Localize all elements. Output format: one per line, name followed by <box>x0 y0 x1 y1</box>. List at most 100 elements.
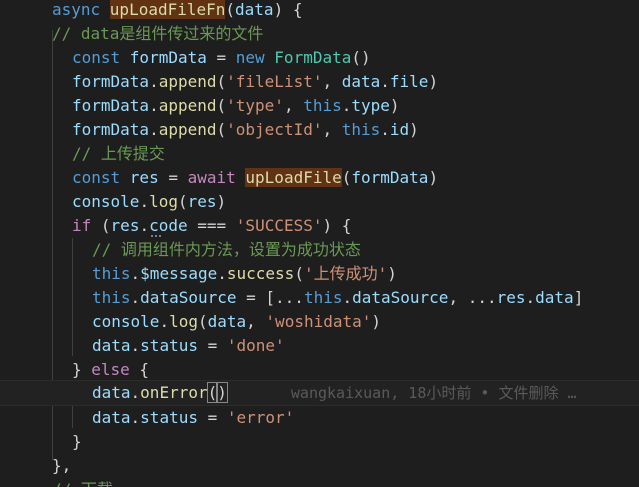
code-line[interactable]: }, <box>0 454 639 478</box>
code-token: = [... <box>236 288 304 307</box>
code-content: this.dataSource = [...this.dataSource, .… <box>92 288 583 307</box>
code-token: 'SUCCESS' <box>235 216 323 235</box>
code-token: new <box>235 48 275 67</box>
code-token: } <box>72 432 82 451</box>
code-token: success <box>226 264 295 283</box>
code-token: ( <box>206 382 219 403</box>
code-token: ) <box>428 168 439 187</box>
code-content: formData.append('type', this.type) <box>72 96 400 115</box>
code-line-current[interactable]: data.onError() wangkaixuan, 18小时前 • 文件删除 … <box>0 380 639 406</box>
code-line[interactable]: // data是组件传过来的文件 <box>0 22 639 46</box>
code-token: formData <box>351 168 429 187</box>
code-token: . <box>130 264 141 283</box>
code-token: // 调用组件内方法，设置为成功状态 <box>92 240 361 259</box>
code-token: append <box>158 120 217 139</box>
code-token: . <box>380 72 390 91</box>
code-token: formData <box>72 120 150 139</box>
warning-squiggle <box>151 233 161 237</box>
code-token: = <box>197 408 227 427</box>
code-token: ) <box>387 264 397 283</box>
code-token: { <box>129 360 150 379</box>
code-line[interactable]: const res = await upLoadFile(formData) <box>0 166 639 190</box>
code-token: , <box>322 120 342 139</box>
code-content: // data是组件传过来的文件 <box>52 24 263 43</box>
code-token: , <box>246 312 266 331</box>
code-line[interactable]: formData.append('fileList', data.file) <box>0 70 639 94</box>
code-token: ( <box>216 96 227 115</box>
code-token: log <box>149 192 178 211</box>
code-content: }, <box>52 456 71 475</box>
code-line[interactable]: // 上传提交 <box>0 142 639 166</box>
code-line[interactable]: formData.append('objectId', this.id) <box>0 118 639 142</box>
code-token: ( <box>341 168 352 187</box>
code-token: . <box>130 336 141 355</box>
code-line[interactable]: } <box>0 430 639 454</box>
code-token: status <box>140 336 198 355</box>
code-token: . <box>130 408 141 427</box>
code-token: = <box>197 336 227 355</box>
code-line[interactable]: } else { <box>0 358 639 382</box>
code-token: data <box>92 383 131 402</box>
code-token: upLoadFileFn <box>109 0 226 19</box>
code-token: data <box>92 336 131 355</box>
code-line[interactable]: console.log(data, 'woshidata') <box>0 310 639 334</box>
code-token: ( <box>100 216 111 235</box>
code-token: this <box>303 96 342 115</box>
code-token: = <box>206 48 236 67</box>
code-line[interactable]: data.status = 'error' <box>0 406 639 430</box>
code-token: status <box>140 408 198 427</box>
code-token: ) <box>371 312 382 331</box>
code-token: . <box>217 264 227 283</box>
code-line[interactable]: this.dataSource = [...this.dataSource, .… <box>0 286 639 310</box>
code-line[interactable]: const formData = new FormData() <box>0 46 639 70</box>
code-token: = <box>158 168 188 187</box>
code-content: // 下载 <box>52 480 113 487</box>
code-token: ( <box>294 264 304 283</box>
code-token: else <box>91 360 130 379</box>
code-token: console <box>72 192 140 211</box>
code-token: ) <box>428 72 439 91</box>
code-token: onError <box>140 383 208 402</box>
code-token: // 下载 <box>52 480 113 487</box>
code-token: data <box>92 408 131 427</box>
code-line[interactable]: // 下载 <box>0 478 639 487</box>
code-line[interactable]: console.log(res) <box>0 190 639 214</box>
code-token: }, <box>52 456 72 475</box>
code-token: . <box>139 192 150 211</box>
code-token: 'error' <box>226 408 295 427</box>
code-line[interactable]: data.status = 'done' <box>0 334 639 358</box>
code-token: id <box>389 120 410 139</box>
code-content: // 上传提交 <box>72 144 165 163</box>
code-content: console.log(data, 'woshidata') <box>92 312 381 331</box>
code-line[interactable]: this.$message.success('上传成功') <box>0 262 639 286</box>
code-token: . <box>380 120 390 139</box>
code-content: data.status = 'error' <box>92 408 294 427</box>
code-editor[interactable]: async upLoadFileFn(data) { // data是组件传过来… <box>0 0 639 487</box>
code-token: === <box>187 216 236 235</box>
code-token: upLoadFile <box>245 168 342 187</box>
code-token: . <box>130 288 141 307</box>
code-token: 'fileList' <box>226 72 323 91</box>
code-line[interactable]: async upLoadFileFn(data) { <box>0 0 639 22</box>
code-token: ) { <box>322 216 352 235</box>
code-content: // 调用组件内方法，设置为成功状态 <box>92 240 361 259</box>
code-token: const <box>72 168 130 187</box>
code-token: , <box>283 96 304 115</box>
code-token: . <box>149 96 159 115</box>
code-token: type <box>351 96 390 115</box>
code-token: () <box>351 48 371 67</box>
code-token: ) <box>216 192 227 211</box>
code-line[interactable]: // 调用组件内方法，设置为成功状态 <box>0 238 639 262</box>
code-token: . <box>149 72 159 91</box>
code-token: dataSource <box>140 288 237 307</box>
git-blame-annotation: wangkaixuan, 18小时前 • 文件删除 … <box>290 384 577 402</box>
code-token: const <box>72 48 130 67</box>
code-line[interactable]: formData.append('type', this.type) <box>0 94 639 118</box>
code-token: if <box>72 216 101 235</box>
code-line[interactable]: if (res.code === 'SUCCESS') { <box>0 214 639 238</box>
code-token: . <box>341 96 352 115</box>
code-token: . <box>342 288 353 307</box>
code-token: // data是组件传过来的文件 <box>52 24 264 43</box>
code-token: formData <box>129 48 207 67</box>
code-token: 'type' <box>226 96 284 115</box>
